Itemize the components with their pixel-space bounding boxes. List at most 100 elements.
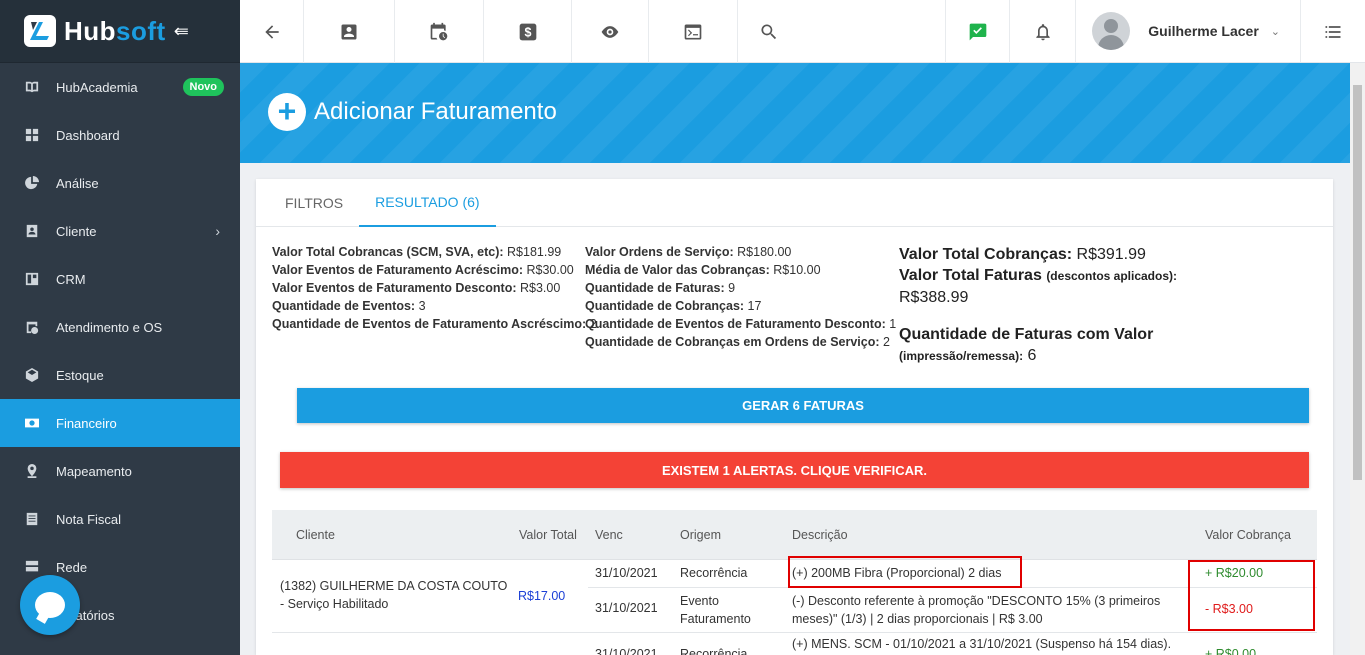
col-header-origem[interactable]: Origem: [680, 528, 721, 542]
venc-cell: 31/10/2021: [595, 601, 658, 615]
col-header-valor-total[interactable]: Valor Total: [519, 528, 577, 542]
dollar-square-icon: $: [519, 23, 536, 40]
faturamento-table: Cliente Valor Total Venc Origem Descriçã…: [272, 510, 1317, 655]
chat-button[interactable]: [20, 575, 80, 635]
sidebar-item-financeiro[interactable]: Financeiro: [0, 399, 240, 447]
chat-bubble-icon: [35, 592, 65, 618]
schedule-button[interactable]: [395, 0, 484, 63]
dashboard-icon: [24, 127, 40, 143]
stat-line: Valor Eventos de Faturamento Desconto: R…: [272, 279, 592, 297]
stat-line: Valor Total Cobrancas (SCM, SVA, etc): R…: [272, 243, 592, 261]
stat-line: Quantidade de Eventos de Faturamento Asc…: [272, 315, 597, 333]
scrollbar[interactable]: [1350, 63, 1365, 655]
chevron-down-icon: ⌄: [1270, 25, 1280, 38]
sidebar-item-hubacademia[interactable]: HubAcademia Novo: [0, 63, 240, 111]
stat-line: Quantidade de Cobranças em Ordens de Ser…: [585, 333, 895, 351]
total-faturas-label: Valor Total Faturas: [899, 267, 1042, 284]
sidebar-item-nota-fiscal[interactable]: Nota Fiscal: [0, 495, 240, 543]
table-row: 31/10/2021 Recorrência (+) MENS. SCM - 0…: [272, 633, 1317, 655]
box-icon: [24, 367, 40, 383]
sidebar-item-label: Rede: [56, 559, 88, 575]
total-faturas-note: (descontos aplicados):: [1046, 269, 1177, 283]
col-header-descricao[interactable]: Descrição: [792, 528, 848, 542]
sidebar-item-label: Financeiro: [56, 415, 117, 431]
sidebar-item-estoque[interactable]: Estoque: [0, 351, 240, 399]
origem-cell: Recorrência: [680, 647, 748, 655]
avatar: [1092, 12, 1131, 50]
contact-button[interactable]: [304, 0, 395, 63]
stat-label: Valor Eventos de Faturamento Acréscimo:: [272, 263, 524, 277]
sidebar-item-atendimento-e-os[interactable]: Atendimento e OS: [0, 303, 240, 351]
brand-name: Hubsoft: [64, 15, 166, 46]
stat-value: R$10.00: [773, 263, 821, 277]
scrollbar-thumb[interactable]: [1353, 85, 1362, 480]
collapse-sidebar-icon[interactable]: ⇚: [174, 21, 189, 42]
stat-value: 2: [883, 335, 890, 349]
col-header-cliente[interactable]: Cliente: [296, 528, 335, 542]
stat-line: Média de Valor das Cobranças: R$10.00: [585, 261, 895, 279]
sidebar-item-label: Atendimento e OS: [56, 319, 163, 335]
eye-icon: [601, 25, 619, 38]
finance-button[interactable]: $: [484, 0, 572, 63]
brand: Hubsoft ⇚: [0, 0, 240, 63]
stat-label: Valor Eventos de Faturamento Desconto:: [272, 281, 517, 295]
stat-line: Quantidade de Cobranças: 17: [585, 297, 895, 315]
col-header-valor-cobranca[interactable]: Valor Cobrança: [1205, 528, 1291, 542]
tab-resultado[interactable]: RESULTADO (6): [359, 179, 496, 227]
stat-label: Quantidade de Cobranças:: [585, 299, 745, 313]
stat-label: Valor Ordens de Serviço:: [585, 245, 734, 259]
stat-line: Valor Eventos de Faturamento Acréscimo: …: [272, 261, 592, 279]
sidebar-item-label: HubAcademia: [56, 79, 138, 95]
total-cobrancas-value: R$391.99: [1076, 246, 1146, 263]
sidebar-item-label: Mapeamento: [56, 463, 132, 479]
stat-label: Quantidade de Eventos:: [272, 299, 416, 313]
stat-value: 1: [889, 317, 897, 331]
page-header: + Adicionar Faturamento: [240, 63, 1350, 163]
user-menu[interactable]: Guilherme Lacer ⌄: [1075, 0, 1301, 62]
menu-button[interactable]: [1301, 0, 1365, 63]
stat-label: Valor Total Cobrancas (SCM, SVA, etc):: [272, 245, 504, 259]
svg-text:$: $: [524, 25, 531, 39]
stats-column-3: Valor Total Cobranças: R$391.99 Valor To…: [899, 242, 1179, 367]
cliente-cell[interactable]: (1382) GUILHERME DA COSTA COUTO - Serviç…: [280, 577, 508, 613]
sidebar: Hubsoft ⇚ HubAcademia Novo Dashboard Anális…: [0, 0, 240, 655]
search-button[interactable]: [738, 0, 799, 63]
venc-cell: 31/10/2021: [595, 566, 658, 580]
valor-total-cell: R$17.00: [518, 589, 566, 603]
sidebar-item-mapeamento[interactable]: Mapeamento: [0, 447, 240, 495]
calendar-clock-icon: [430, 22, 448, 40]
tabs: FILTROS RESULTADO (6): [256, 179, 1333, 227]
add-circle-icon: +: [268, 93, 306, 131]
stat-line: Quantidade de Eventos de Faturamento Des…: [585, 315, 897, 333]
col-header-venc[interactable]: Venc: [595, 528, 623, 542]
sidebar-item-dashboard[interactable]: Dashboard: [0, 111, 240, 159]
result-card: FILTROS RESULTADO (6) Valor Total Cobran…: [256, 179, 1333, 655]
new-badge: Novo: [182, 78, 224, 96]
alerts-button[interactable]: EXISTEM 1 ALERTAS. CLIQUE VERIFICAR.: [280, 452, 1309, 488]
stat-value: R$30.00: [526, 263, 574, 277]
back-button[interactable]: [240, 0, 304, 63]
gerar-faturas-button[interactable]: GERAR 6 FATURAS: [297, 388, 1309, 423]
map-pin-icon: [24, 463, 40, 479]
sidebar-item-crm[interactable]: CRM: [0, 255, 240, 303]
tab-filtros[interactable]: FILTROS: [269, 179, 359, 227]
stat-label: Quantidade de Faturas:: [585, 281, 725, 295]
stat-label: Média de Valor das Cobranças:: [585, 263, 770, 277]
crm-icon: [24, 271, 40, 287]
tasks-button[interactable]: [945, 0, 1011, 63]
sidebar-item-cliente[interactable]: Cliente ›: [0, 207, 240, 255]
terminal-button[interactable]: [649, 0, 738, 63]
page-title: Adicionar Faturamento: [314, 98, 557, 125]
stat-value: R$181.99: [507, 245, 562, 259]
stat-value: 9: [728, 281, 736, 295]
valor-cobranca-cell: + R$0.00: [1205, 647, 1257, 655]
stats-column-2: Valor Ordens de Serviço: R$180.00 Média d…: [585, 243, 897, 351]
contact-card-icon: [24, 223, 40, 239]
view-button[interactable]: [572, 0, 649, 63]
stat-label: Quantidade de Eventos de Faturamento Des…: [585, 317, 886, 331]
sidebar-item-analise[interactable]: Análise: [0, 159, 240, 207]
sidebar-item-label: CRM: [56, 271, 86, 287]
calendar-clock-icon: [24, 319, 40, 335]
table-row-group: (1382) GUILHERME DA COSTA COUTO - Serviç…: [272, 556, 1317, 633]
notifications-button[interactable]: [1010, 0, 1075, 63]
